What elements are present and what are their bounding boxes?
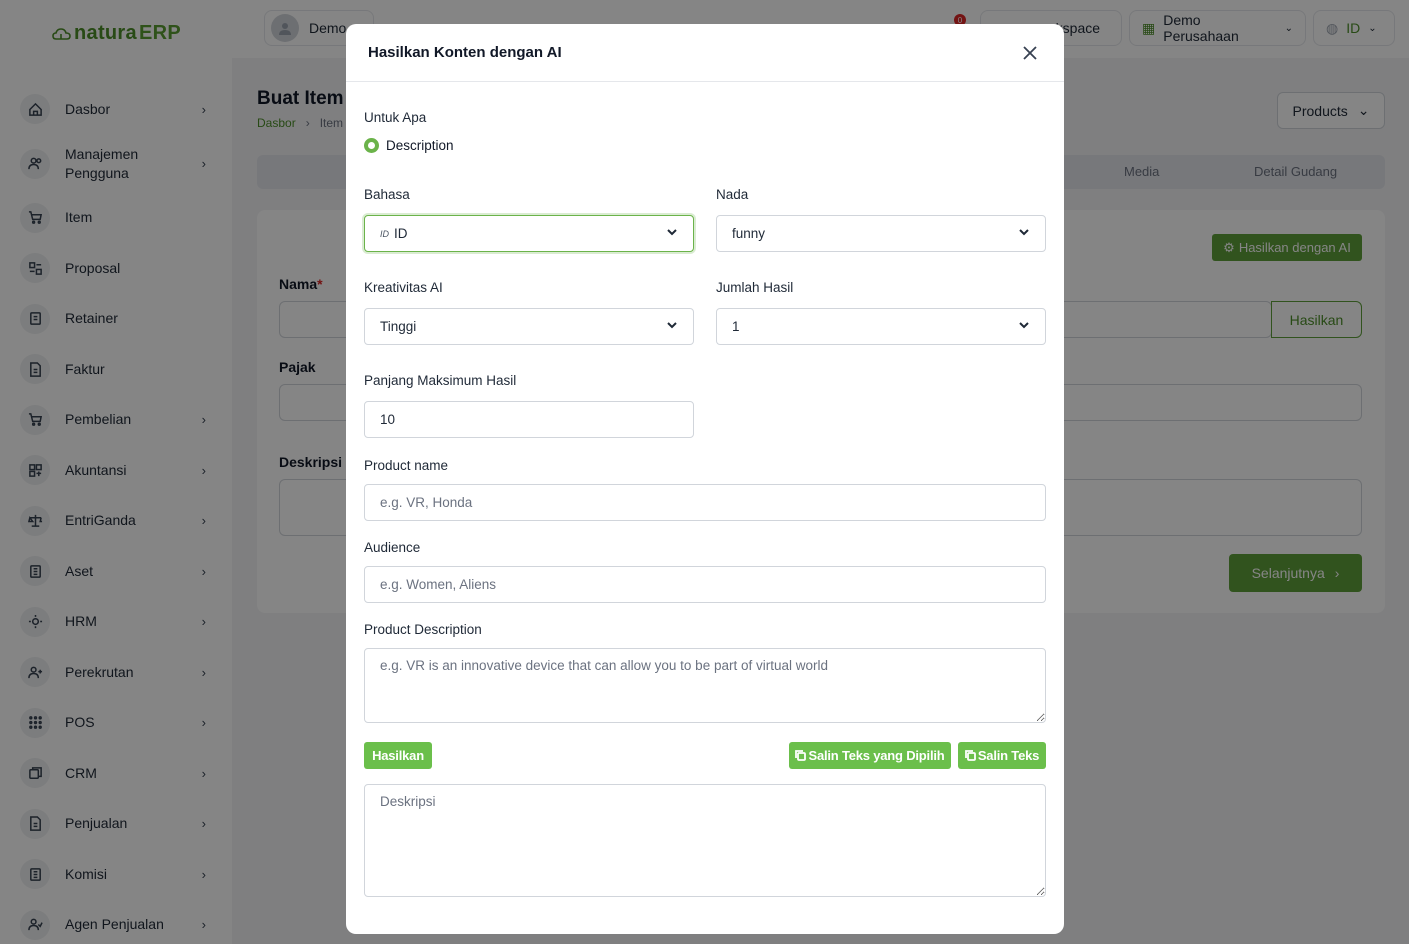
product-description-label: Product Description: [364, 622, 482, 637]
purpose-option-label: Description: [386, 138, 454, 153]
language-value: ID: [394, 226, 408, 241]
creativity-select[interactable]: Tinggi: [364, 308, 694, 345]
copy-selected-button[interactable]: Salin Teks yang Dipilih: [789, 742, 951, 769]
flag-icon: ID: [380, 228, 389, 239]
output-textarea[interactable]: [364, 784, 1046, 897]
language-select[interactable]: ID ID: [364, 215, 694, 252]
product-name-label: Product name: [364, 458, 449, 473]
chevron-down-icon: [1018, 226, 1030, 241]
generate-button[interactable]: Hasilkan: [364, 742, 432, 769]
copy-text-label: Salin Teks: [977, 748, 1040, 763]
ai-content-modal: Hasilkan Konten dengan AI Untuk Apa Desc…: [346, 24, 1064, 934]
copy-icon: [964, 750, 976, 761]
modal-header: Hasilkan Konten dengan AI: [346, 24, 1064, 82]
copy-selected-label: Salin Teks yang Dipilih: [808, 748, 945, 763]
modal-title: Hasilkan Konten dengan AI: [368, 44, 562, 61]
radio-selected[interactable]: [364, 138, 379, 153]
chevron-down-icon: [666, 319, 678, 334]
close-button[interactable]: [1018, 41, 1042, 65]
tone-select[interactable]: funny: [716, 215, 1046, 252]
creativity-label: Kreativitas AI: [364, 280, 443, 295]
max-length-label: Panjang Maksimum Hasil: [364, 373, 517, 388]
results-count-value: 1: [732, 319, 740, 334]
creativity-value: Tinggi: [380, 319, 417, 334]
results-count-select[interactable]: 1: [716, 308, 1046, 345]
chevron-down-icon: [666, 226, 678, 241]
tone-value: funny: [732, 226, 766, 241]
audience-label: Audience: [364, 540, 421, 555]
audience-input[interactable]: [364, 566, 1046, 603]
product-description-textarea[interactable]: [364, 648, 1046, 723]
product-name-input[interactable]: [364, 484, 1046, 521]
chevron-down-icon: [1018, 319, 1030, 334]
copy-text-button[interactable]: Salin Teks: [958, 742, 1046, 769]
purpose-label: Untuk Apa: [364, 110, 427, 125]
close-icon: [1023, 45, 1037, 60]
tone-label: Nada: [716, 187, 749, 202]
purpose-option-description[interactable]: Description: [364, 138, 454, 153]
max-length-input[interactable]: [364, 401, 694, 438]
results-count-label: Jumlah Hasil: [716, 280, 794, 295]
language-label: Bahasa: [364, 187, 410, 202]
copy-icon: [795, 750, 807, 761]
